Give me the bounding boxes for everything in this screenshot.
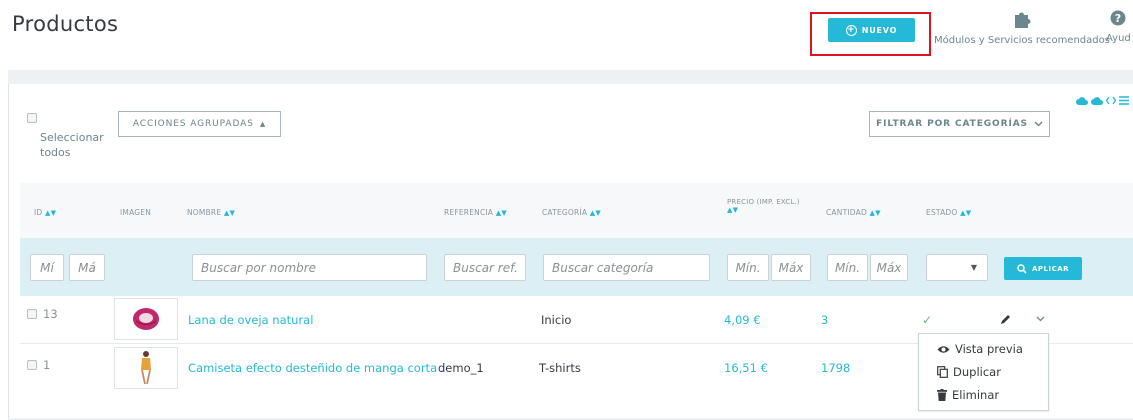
product-price[interactable]: 4,09 €	[724, 313, 761, 327]
col-quantity[interactable]: CANTIDAD ▲▼	[826, 208, 881, 217]
product-quantity[interactable]: 1798	[821, 361, 850, 375]
quantity-min-input[interactable]: Mín.	[827, 254, 868, 281]
caret-up-icon: ▲	[259, 120, 267, 128]
menu-item-preview[interactable]: Vista previa	[937, 342, 1023, 356]
copy-icon	[937, 366, 948, 378]
menu-item-preview-label: Vista previa	[955, 342, 1023, 356]
status-select[interactable]: ▼	[926, 254, 988, 281]
price-max-input[interactable]: Máx	[771, 254, 811, 281]
product-id: 1	[43, 358, 51, 372]
id-max-input[interactable]: Má	[69, 254, 105, 281]
modules-button[interactable]: Módulos y Servicios recomendados	[934, 10, 1110, 46]
cloud-download-icon[interactable]	[1091, 96, 1103, 105]
help-label: Ayud	[1106, 33, 1131, 44]
col-id[interactable]: ID ▲▼	[34, 208, 56, 217]
filter-by-category-button[interactable]: FILTRAR POR CATEGORÍAS	[869, 111, 1050, 137]
filter-category-label: FILTRAR POR CATEGORÍAS	[876, 119, 1028, 129]
col-price[interactable]: PRECIO (IMP. EXCL.) ▲▼	[727, 198, 800, 214]
product-name-link[interactable]: Camiseta efecto desteñido de manga corta	[188, 361, 437, 375]
row-checkbox[interactable]	[27, 309, 37, 319]
product-reference: demo_1	[438, 361, 484, 375]
chevron-down-icon	[1034, 121, 1043, 127]
col-category[interactable]: CATEGORÍA ▲▼	[542, 208, 601, 217]
product-category: Inicio	[541, 313, 572, 327]
col-reference[interactable]: REFERENCIA ▲▼	[444, 208, 507, 217]
help-icon: ?	[1110, 10, 1126, 26]
sort-arrows-icon: ▲▼	[44, 209, 57, 217]
product-thumbnail[interactable]	[114, 298, 178, 340]
panel-tools	[1076, 96, 1129, 105]
sort-arrows-icon: ▲▼	[223, 209, 236, 217]
price-min-input[interactable]: Mín.	[727, 254, 769, 281]
sort-arrows-icon: ▲▼	[589, 209, 601, 217]
panel-top-band	[8, 70, 1133, 84]
help-button[interactable]: ? Ayud	[1106, 10, 1131, 44]
caret-down-icon: ▼	[970, 263, 977, 272]
col-image: IMAGEN	[120, 208, 152, 217]
product-price[interactable]: 16,51 €	[724, 361, 768, 375]
menu-icon[interactable]	[1119, 96, 1129, 105]
plus-circle-icon: +	[845, 24, 857, 36]
menu-item-duplicate[interactable]: Duplicar	[937, 365, 1001, 379]
modules-label: Módulos y Servicios recomendados	[934, 35, 1110, 46]
reference-search-input[interactable]: Buscar ref.	[444, 254, 526, 281]
yarn-image	[133, 308, 159, 330]
chevron-down-icon	[1036, 316, 1045, 322]
eye-icon	[937, 345, 950, 353]
id-min-input[interactable]: Mí	[30, 254, 64, 281]
product-id: 13	[43, 307, 58, 321]
sort-arrows-icon: ▲▼	[960, 209, 972, 217]
sort-arrows-icon: ▲▼	[495, 209, 507, 217]
search-icon	[1017, 263, 1027, 274]
col-name[interactable]: NOMBRE ▲▼	[187, 208, 235, 217]
select-all-label: Seleccionar todos	[40, 131, 104, 159]
product-category: T-shirts	[539, 361, 581, 375]
apply-label: APLICAR	[1031, 264, 1070, 273]
name-search-input[interactable]: Buscar por nombre	[192, 254, 427, 281]
cloud-upload-icon[interactable]	[1076, 96, 1088, 105]
product-name-link[interactable]: Lana de oveja natural	[188, 313, 313, 327]
select-all-checkbox[interactable]	[27, 113, 37, 123]
bulk-actions-button[interactable]: ACCIONES AGRUPADAS ▲	[118, 111, 281, 137]
menu-item-delete-label: Eliminar	[952, 388, 1000, 402]
code-icon[interactable]	[1106, 96, 1116, 105]
quantity-max-input[interactable]: Máx	[870, 254, 908, 281]
trash-icon	[937, 389, 947, 401]
product-quantity[interactable]: 3	[821, 313, 828, 327]
row-actions-dropdown-toggle[interactable]	[1036, 312, 1045, 325]
edit-pencil-icon[interactable]	[999, 311, 1012, 330]
status-enabled-icon[interactable]: ✓	[922, 313, 932, 327]
row-actions-menu: Vista previa Duplicar Eliminar	[918, 333, 1049, 411]
apply-filter-button[interactable]: APLICAR	[1004, 257, 1082, 280]
sort-arrows-icon: ▲▼	[869, 209, 881, 217]
puzzle-icon	[1014, 12, 1031, 28]
sort-arrows-icon: ▲▼	[727, 206, 739, 214]
svg-text:?: ?	[1115, 12, 1121, 25]
page-title: Productos	[12, 12, 119, 36]
menu-item-duplicate-label: Duplicar	[953, 365, 1001, 379]
row-checkbox[interactable]	[27, 360, 37, 370]
tshirt-image	[141, 351, 151, 385]
bulk-actions-label: ACCIONES AGRUPADAS	[132, 119, 254, 129]
product-thumbnail[interactable]	[114, 347, 178, 389]
new-product-label: NUEVO	[861, 25, 898, 35]
menu-item-delete[interactable]: Eliminar	[937, 388, 999, 402]
col-status[interactable]: ESTADO ▲▼	[926, 208, 971, 217]
new-product-button[interactable]: + NUEVO	[828, 18, 915, 42]
category-search-input[interactable]: Buscar categoría	[543, 254, 710, 281]
